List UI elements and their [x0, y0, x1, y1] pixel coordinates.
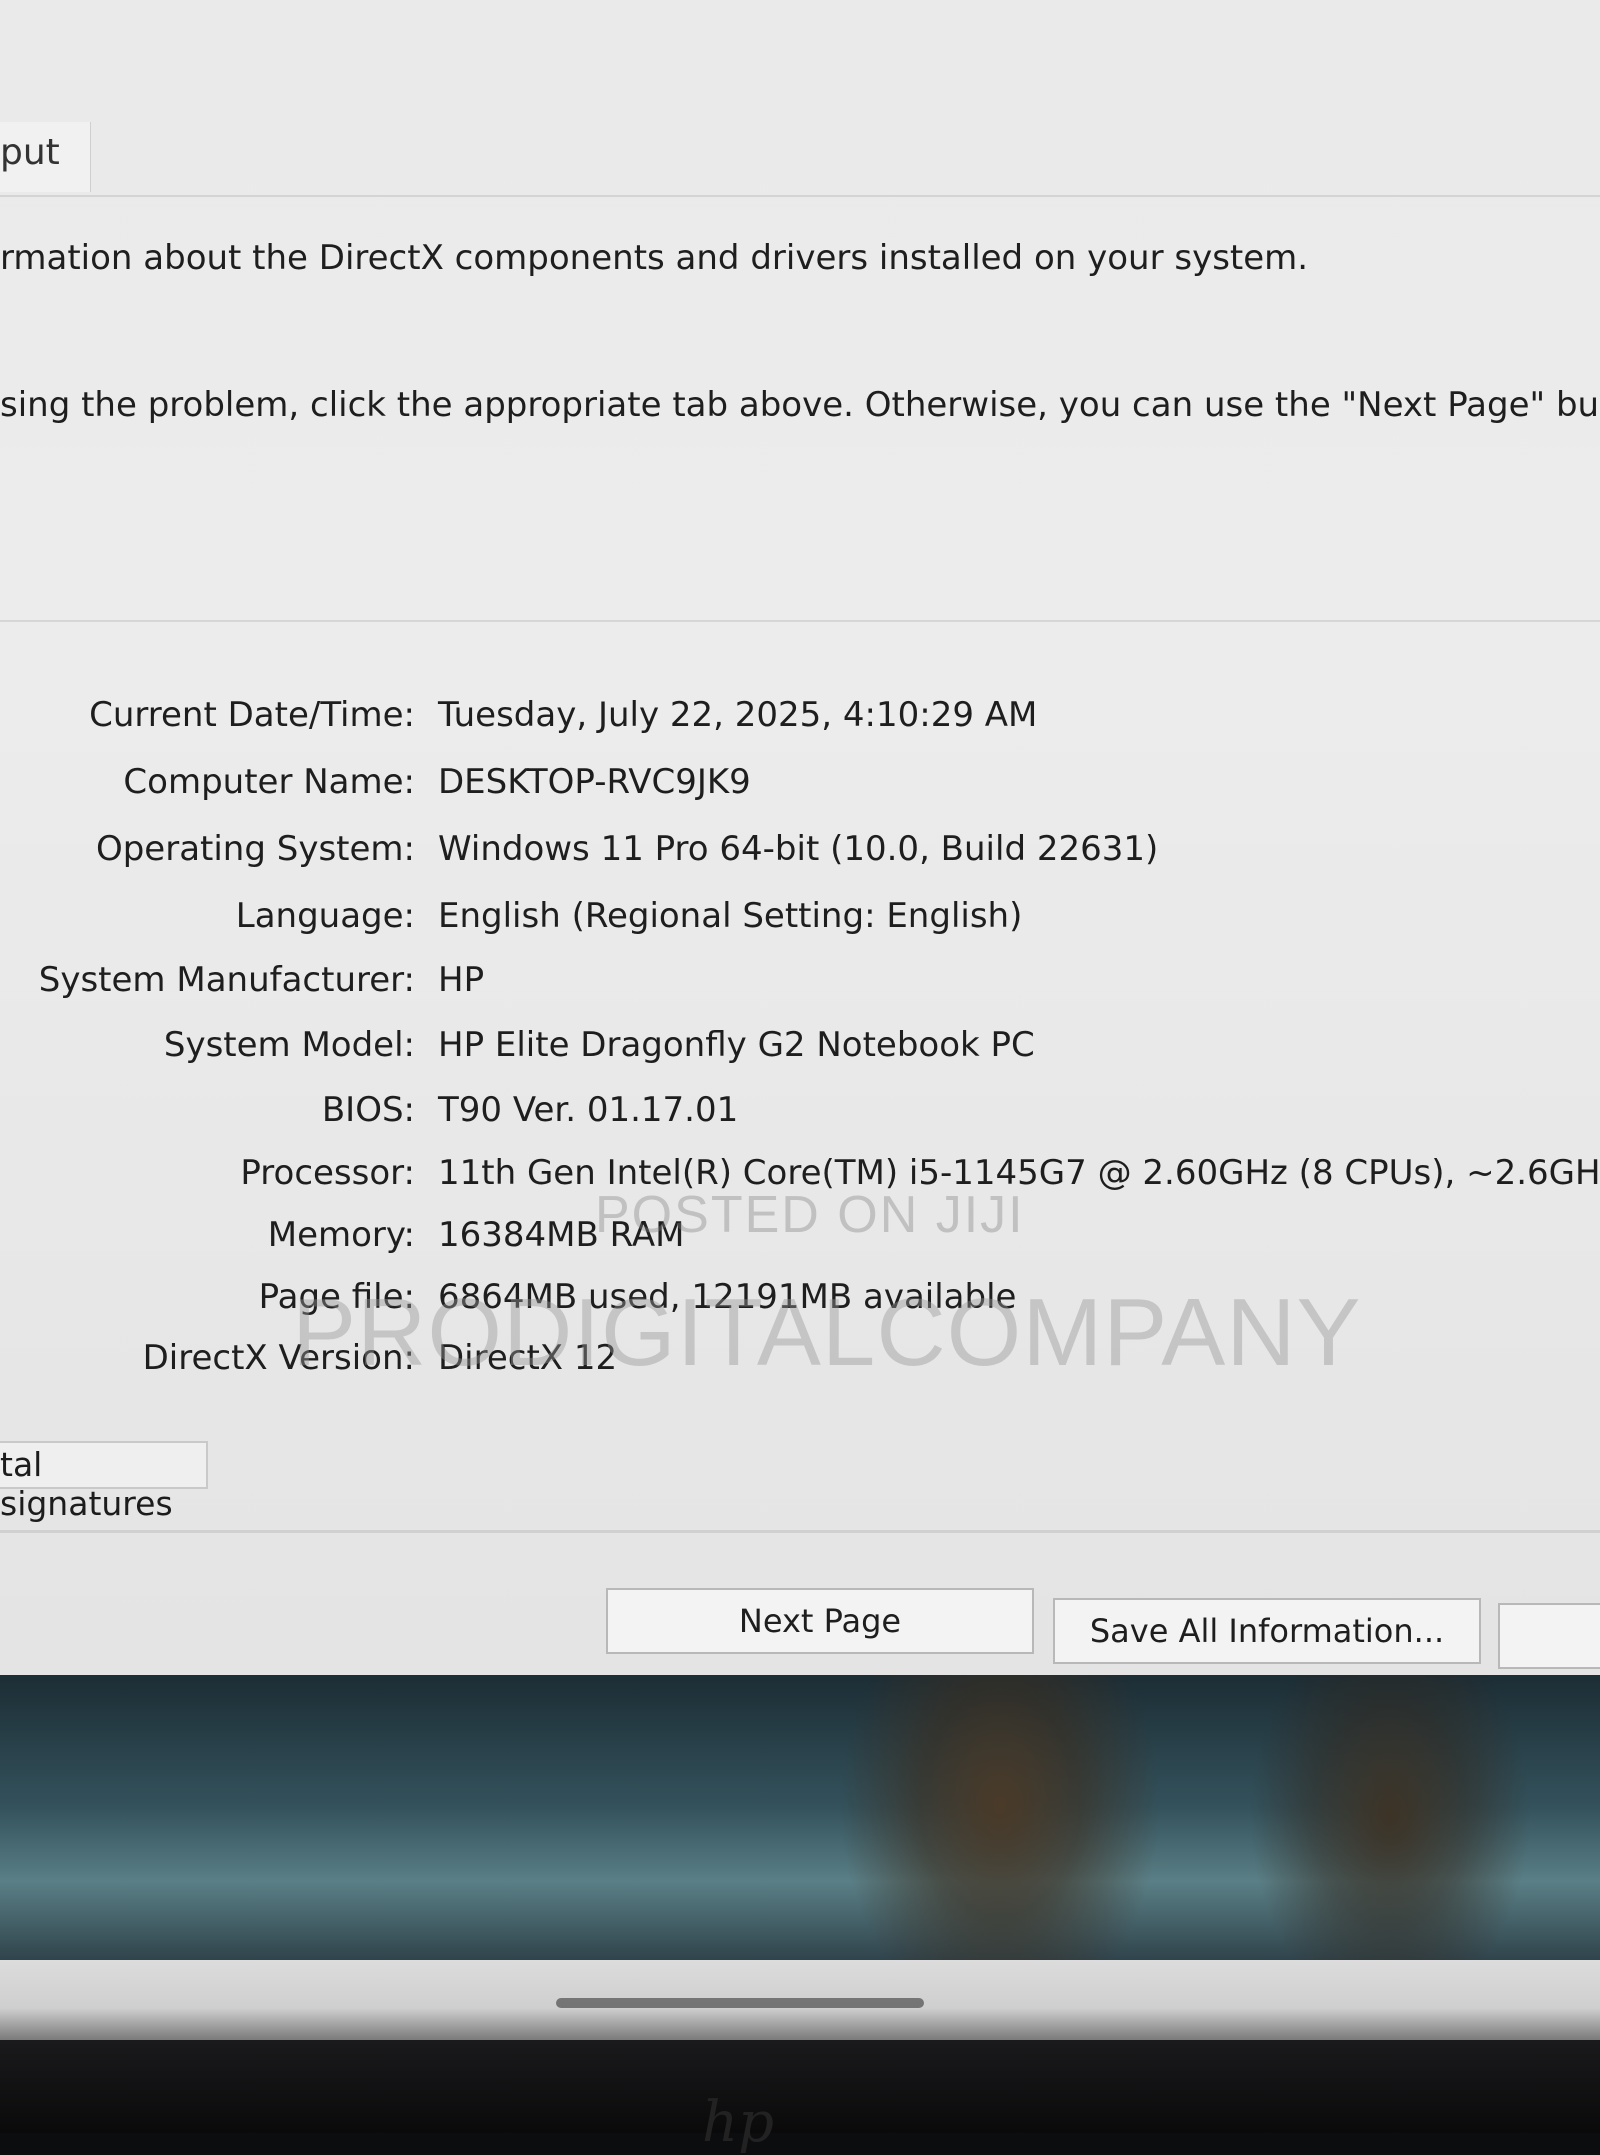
info-row-system-manufacturer: System Manufacturer: HP	[0, 960, 1600, 1020]
info-value: HP Elite Dragonfly G2 Notebook PC	[438, 1025, 1035, 1065]
info-row-system-model: System Model: HP Elite Dragonfly G2 Note…	[0, 1025, 1600, 1085]
info-row-language: Language: English (Regional Setting: Eng…	[0, 896, 1600, 956]
laptop-bezel	[0, 2040, 1600, 2133]
description-line-1: rmation about the DirectX components and…	[0, 238, 1309, 278]
info-label: Operating System:	[95, 829, 415, 869]
info-row-date-time: Current Date/Time: Tuesday, July 22, 202…	[0, 695, 1600, 755]
next-page-button[interactable]: Next Page	[606, 1588, 1034, 1654]
info-row-processor: Processor: 11th Gen Intel(R) Core(TM) i5…	[0, 1153, 1600, 1213]
tab-input[interactable]: put	[0, 122, 91, 192]
hp-logo-icon: hp	[702, 2090, 774, 2155]
info-value: T90 Ver. 01.17.01	[438, 1090, 739, 1130]
info-row-operating-system: Operating System: Windows 11 Pro 64-bit …	[0, 829, 1600, 889]
info-label: System Model:	[163, 1025, 415, 1065]
info-value: Windows 11 Pro 64-bit (10.0, Build 22631…	[438, 829, 1159, 869]
info-row-computer-name: Computer Name: DESKTOP-RVC9JK9	[0, 762, 1600, 822]
taskbar-indicator	[556, 1998, 924, 2008]
info-label: Processor:	[240, 1153, 415, 1193]
info-row-directx-version: DirectX Version: DirectX 12	[0, 1338, 1600, 1398]
info-row-memory: Memory: 16384MB RAM	[0, 1215, 1600, 1275]
info-label: BIOS:	[321, 1090, 415, 1130]
info-value: 6864MB used, 12191MB available	[438, 1277, 1017, 1317]
desktop-wallpaper	[0, 1675, 1600, 1970]
info-value: DESKTOP-RVC9JK9	[438, 762, 751, 802]
info-value: DirectX 12	[438, 1338, 618, 1378]
info-label: Page file:	[258, 1277, 415, 1317]
info-label: Language:	[235, 896, 415, 936]
dxdiag-window: put rmation about the DirectX components…	[0, 0, 1600, 1675]
info-value: 16384MB RAM	[438, 1215, 685, 1255]
save-all-information-button[interactable]: Save All Information...	[1053, 1598, 1481, 1664]
info-value: 11th Gen Intel(R) Core(TM) i5-1145G7 @ 2…	[438, 1153, 1600, 1193]
info-row-bios: BIOS: T90 Ver. 01.17.01	[0, 1090, 1600, 1150]
info-value: Tuesday, July 22, 2025, 4:10:29 AM	[438, 695, 1038, 735]
info-label: Memory:	[267, 1215, 415, 1255]
save-all-information-button-label: Save All Information...	[1089, 1612, 1445, 1650]
info-label: DirectX Version:	[142, 1338, 415, 1378]
section-divider	[0, 620, 1600, 622]
tab-strip: put	[0, 0, 1600, 197]
next-page-button-label: Next Page	[738, 1602, 902, 1640]
whql-signatures-label: tal signatures	[0, 1445, 173, 1523]
whql-signatures-checkbox[interactable]: tal signatures	[0, 1441, 208, 1523]
info-row-page-file: Page file: 6864MB used, 12191MB availabl…	[0, 1277, 1600, 1337]
tab-input-label: put	[0, 132, 60, 173]
info-label: Computer Name:	[123, 762, 415, 802]
info-label: Current Date/Time:	[89, 695, 415, 735]
button-row-divider	[0, 1530, 1600, 1533]
exit-button[interactable]	[1498, 1603, 1600, 1669]
info-value: English (Regional Setting: English)	[438, 896, 1023, 936]
info-value: HP	[438, 960, 485, 1000]
description-line-2: sing the problem, click the appropriate …	[0, 385, 1600, 425]
info-label: System Manufacturer:	[38, 960, 415, 1000]
